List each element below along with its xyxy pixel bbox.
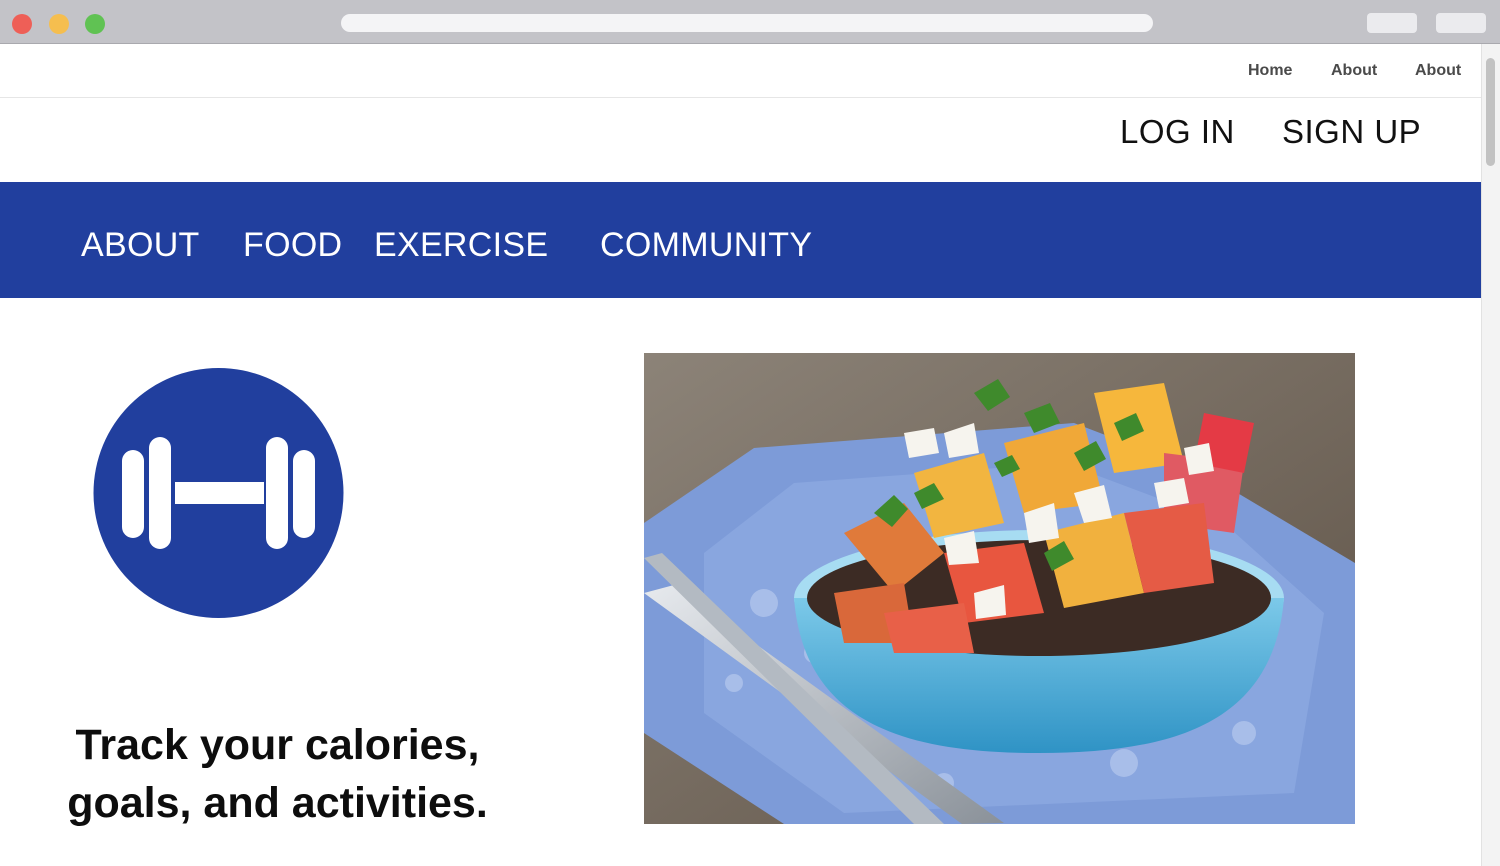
scrollbar-thumb[interactable] [1486, 58, 1495, 166]
signup-link[interactable]: SIGN UP [1282, 113, 1421, 151]
browser-toolbar [0, 0, 1500, 44]
page-scrollbar[interactable] [1481, 44, 1500, 866]
utility-nav-about[interactable]: About [1331, 62, 1377, 80]
hero-tagline: Track your calories, goals, and activiti… [40, 716, 515, 832]
tagline-line-2: goals, and activities. [67, 779, 488, 827]
main-nav-about[interactable]: ABOUT [81, 226, 200, 265]
close-window-button[interactable] [12, 14, 32, 34]
tagline-line-1: Track your calories, [75, 721, 480, 769]
toolbar-button[interactable] [1436, 13, 1486, 33]
minimize-window-button[interactable] [49, 14, 69, 34]
auth-bar: LOG IN SIGN UP [0, 99, 1481, 182]
toolbar-button[interactable] [1367, 13, 1417, 33]
address-bar[interactable] [341, 14, 1153, 32]
main-nav-food[interactable]: FOOD [243, 226, 342, 265]
hero-image [644, 353, 1355, 824]
page-viewport: Home About About LOG IN SIGN UP ABOUT FO… [0, 44, 1481, 866]
login-link[interactable]: LOG IN [1120, 113, 1235, 151]
utility-nav-home[interactable]: Home [1248, 62, 1292, 80]
utility-nav: Home About About [0, 44, 1481, 98]
dumbbell-icon [93, 368, 344, 618]
main-nav: ABOUT FOOD EXERCISE COMMUNITY [0, 182, 1481, 298]
maximize-window-button[interactable] [85, 14, 105, 34]
main-nav-community[interactable]: COMMUNITY [600, 226, 812, 265]
main-nav-exercise[interactable]: EXERCISE [374, 226, 548, 265]
utility-nav-about-secondary[interactable]: About [1415, 62, 1461, 80]
